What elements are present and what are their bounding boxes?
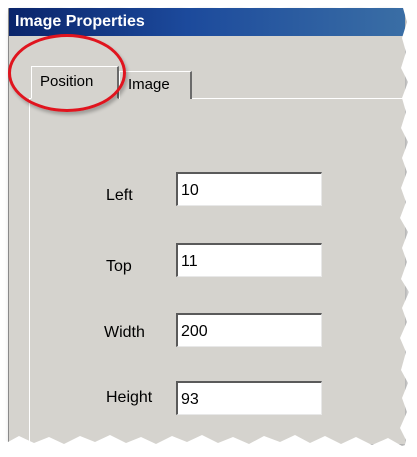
window-title: Image Properties <box>15 13 145 30</box>
height-input[interactable] <box>176 381 322 415</box>
image-properties-dialog: Image Properties Position Image Left Top… <box>8 8 405 444</box>
tab-strip: Position Image <box>9 36 405 100</box>
width-label: Width <box>104 324 145 341</box>
screenshot: Image Properties Position Image Left Top… <box>0 0 417 457</box>
width-input[interactable] <box>176 313 322 347</box>
tab-position[interactable]: Position <box>31 66 119 99</box>
left-label: Left <box>106 187 133 204</box>
tab-image[interactable]: Image <box>119 71 192 99</box>
title-bar[interactable]: Image Properties <box>9 8 405 36</box>
top-label: Top <box>106 258 132 275</box>
position-panel: Left Top Width Height <box>29 98 405 444</box>
left-input[interactable] <box>176 172 322 206</box>
top-input[interactable] <box>176 243 322 277</box>
height-label: Height <box>106 389 153 406</box>
